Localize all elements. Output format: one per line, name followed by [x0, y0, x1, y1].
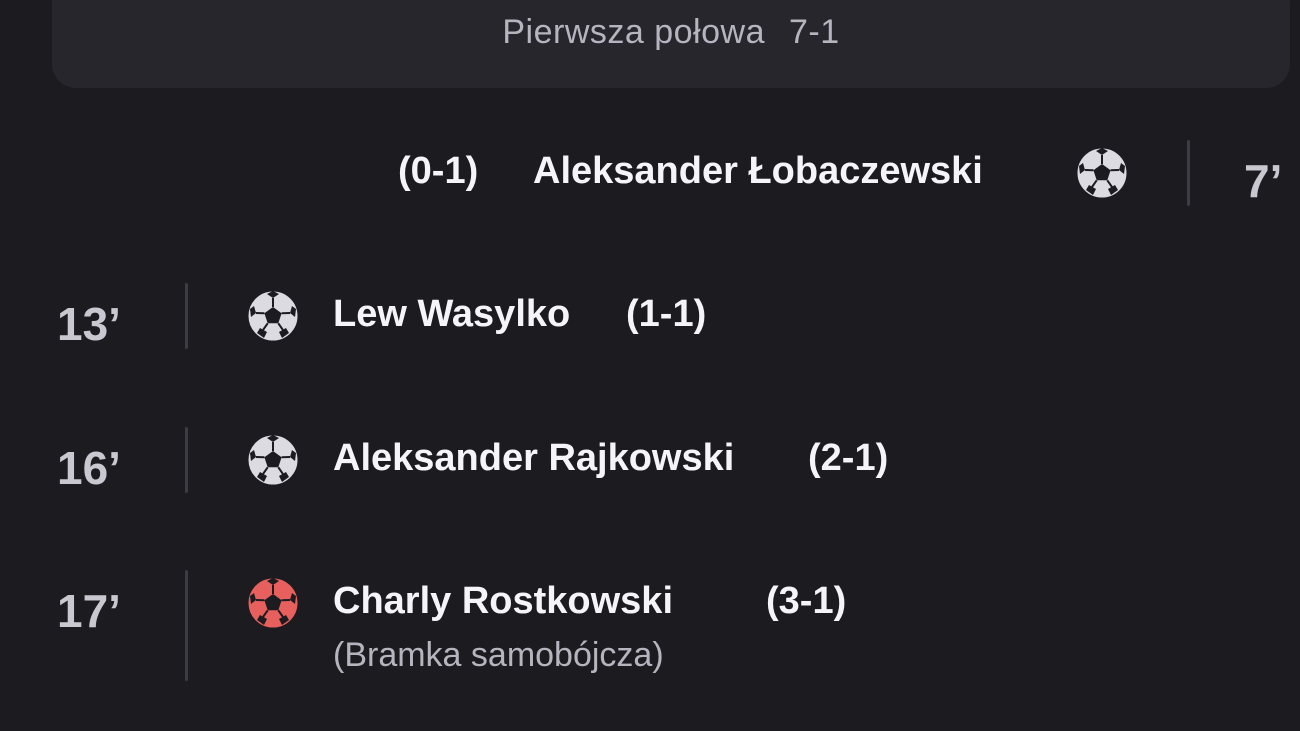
own-goal-event-home[interactable]: 17’ Charly Rostkowski (3-1) (Bramka samo… [0, 570, 1300, 682]
event-player: Aleksander Rajkowski [333, 437, 735, 479]
event-minute: 16’ [57, 442, 121, 494]
match-summary-screen: Pierwsza połowa 7-1 (0-1) Aleksander Łoba… [0, 0, 1300, 731]
half-score: 7-1 [788, 13, 840, 51]
goal-event-home[interactable]: 13’ Lew Wasylko (1-1) [0, 283, 1300, 353]
event-score: (2-1) [808, 437, 889, 479]
goal-event-home[interactable]: 16’ Aleksander Rajkowski (2-1) [0, 427, 1300, 497]
event-score: (1-1) [626, 293, 707, 335]
event-minute: 7’ [1244, 155, 1283, 207]
first-half-header: Pierwsza połowa 7-1 [52, 0, 1290, 88]
own-goal-ball-icon [245, 575, 301, 631]
event-player: Aleksander Łobaczewski [533, 150, 983, 192]
event-minute: 13’ [57, 298, 121, 350]
own-goal-note: (Bramka samobójcza) [333, 636, 664, 674]
first-half-header-text: Pierwsza połowa 7-1 [52, 13, 1290, 52]
half-label: Pierwsza połowa [502, 13, 765, 51]
event-score: (3-1) [766, 580, 847, 622]
event-player: Charly Rostkowski [333, 580, 673, 622]
timeline-divider [185, 283, 188, 349]
goal-event-away[interactable]: (0-1) Aleksander Łobaczewski 7’ [0, 140, 1300, 210]
event-player: Lew Wasylko [333, 293, 571, 335]
timeline-divider [185, 570, 188, 681]
soccer-ball-icon [245, 432, 301, 488]
soccer-ball-icon [1074, 145, 1130, 201]
event-minute: 17’ [57, 585, 121, 637]
event-score: (0-1) [398, 150, 479, 192]
timeline-divider [1187, 140, 1190, 206]
timeline-divider [185, 427, 188, 493]
soccer-ball-icon [245, 288, 301, 344]
